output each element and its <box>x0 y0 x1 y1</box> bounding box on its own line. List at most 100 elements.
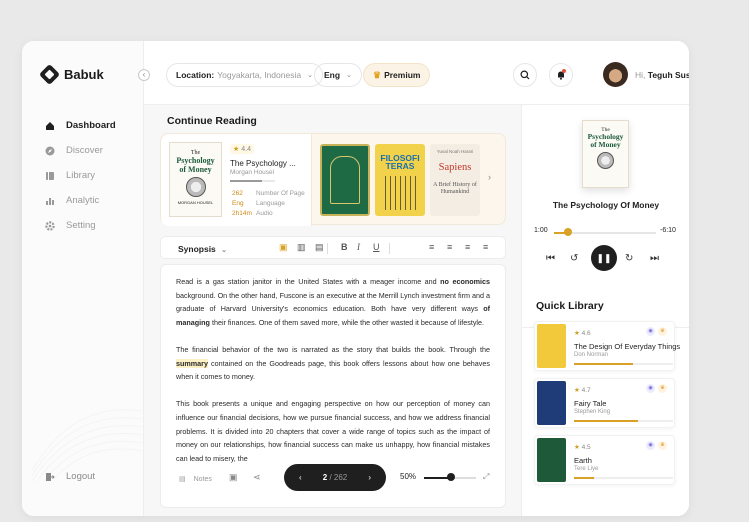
layout-double-icon[interactable]: ▥ <box>297 242 306 253</box>
avatar[interactable] <box>603 62 628 87</box>
zoom-slider-handle[interactable] <box>447 473 455 481</box>
cover-coin-art <box>597 152 614 169</box>
rating-value: 4.4 <box>241 145 252 153</box>
text-run: This book presents a unique and engaging… <box>176 399 490 463</box>
underline-icon[interactable]: U <box>373 242 380 252</box>
book-author: Tere Liye <box>574 466 599 472</box>
sidebar-item-label: Setting <box>66 220 96 231</box>
stat-key: Language <box>256 200 285 207</box>
notes-button[interactable]: ▤ Notes <box>179 475 212 484</box>
quick-library-item[interactable]: ★ 4.5 ◉ ♛ Earth Tere Liye <box>534 435 675 485</box>
rating: ★ 4.5 <box>574 443 591 451</box>
current-book[interactable]: The Psychology of Money MORGAN HOUSEL ★ … <box>161 134 312 226</box>
audio-badge-icon: ◉ <box>646 441 655 450</box>
sidebar-item-setting[interactable]: Setting <box>44 213 116 238</box>
book-author: Don Norman <box>574 352 609 358</box>
star-icon: ★ <box>574 330 580 337</box>
progress-fill <box>574 363 634 365</box>
align-left-icon[interactable]: ≡ <box>429 242 434 252</box>
header: Location: Yogyakarta, Indonesia ⌄ Eng ⌄ … <box>144 41 689 105</box>
cover-author: Yuval Noah Harari <box>436 149 474 154</box>
toolbar-divider <box>327 243 328 254</box>
book-cover-filosofi-teras[interactable]: FILOSOFI TERAS <box>375 144 425 216</box>
book-cover <box>537 381 566 425</box>
align-right-icon[interactable]: ≡ <box>465 242 470 252</box>
layout-single-icon[interactable]: ▣ <box>279 242 288 253</box>
book-author: Stephen King <box>574 409 611 415</box>
pause-button[interactable]: ❚❚ <box>591 245 617 271</box>
book-title: Earth <box>574 456 592 465</box>
prev-page-button[interactable]: ‹ <box>299 473 302 482</box>
reader-footer: ▤ Notes ▣ ⋖ ‹ 2 / 262 › 50% ⤢ <box>160 462 506 502</box>
sidebar-item-dashboard[interactable]: Dashboard <box>44 113 116 138</box>
chevron-down-icon: ⌄ <box>221 247 228 254</box>
audio-badge-icon: ◉ <box>646 327 655 336</box>
stat-value: 2h14m <box>232 210 252 217</box>
quick-library-item[interactable]: ★ 4.7 ◉ ♛ Fairy Tale Stephen King <box>534 378 675 428</box>
cover-subtitle: A Brief History of Humankind <box>433 182 477 195</box>
page-current: 2 <box>322 473 328 482</box>
progress-bar <box>574 363 673 365</box>
cover-coin-art <box>185 177 206 197</box>
progress-bar <box>574 420 673 422</box>
progress-fill <box>574 477 594 479</box>
stat-key: Audio <box>256 210 273 217</box>
star-icon: ★ <box>574 444 580 451</box>
app-window: Babuk Dashboard Discover Library Analyti… <box>22 41 689 516</box>
chevron-right-icon[interactable]: › <box>488 172 491 182</box>
cover-art <box>330 156 360 204</box>
sidebar-nav: Dashboard Discover Library Analytic Sett… <box>44 113 116 238</box>
continue-reading-card: The Psychology of Money MORGAN HOUSEL ★ … <box>160 133 506 226</box>
sidebar-item-discover[interactable]: Discover <box>44 138 116 163</box>
align-justify-icon[interactable]: ≡ <box>483 242 488 252</box>
user-menu[interactable]: Hi, Teguh Susilo ⌄ <box>635 70 689 80</box>
book-title: The Psychology ... <box>230 159 296 168</box>
layout-scroll-icon[interactable]: ▤ <box>315 242 324 253</box>
chevron-down-icon: ⌄ <box>346 72 352 79</box>
gear-icon <box>44 220 55 231</box>
rating-value: 4.6 <box>581 330 591 337</box>
expand-icon[interactable]: ⤢ <box>483 472 489 482</box>
language-selector[interactable]: Eng ⌄ <box>314 63 362 87</box>
next-page-button[interactable]: › <box>368 473 371 482</box>
location-selector[interactable]: Location: Yogyakarta, Indonesia ⌄ <box>166 63 323 87</box>
seek-handle[interactable] <box>564 228 572 236</box>
premium-label: Premium <box>384 70 421 80</box>
synopsis-dropdown[interactable]: Synopsis ⌄ <box>178 244 227 254</box>
book-title: Fairy Tale <box>574 399 607 408</box>
text-highlight: summary <box>176 358 208 368</box>
italic-icon[interactable]: I <box>357 242 360 252</box>
bold-icon[interactable]: B <box>341 242 348 252</box>
location-value: Yogyakarta, Indonesia <box>217 70 302 80</box>
cover-title: FILOSOFI TERAS <box>380 153 420 171</box>
page-total: / 262 <box>329 473 348 482</box>
notification-button[interactable] <box>549 63 573 87</box>
sidebar-item-label: Dashboard <box>66 120 116 131</box>
bookmark-list-icon[interactable]: ▣ <box>229 472 238 483</box>
logout-button[interactable]: Logout <box>44 471 95 482</box>
player-book-title: The Psychology Of Money <box>552 200 660 210</box>
search-button[interactable] <box>513 63 537 87</box>
library-icon <box>44 170 55 181</box>
premium-button[interactable]: ♛ Premium <box>363 63 431 87</box>
book-cover-green[interactable] <box>320 144 370 216</box>
quick-library-item[interactable]: ★ 4.6 ◉ ♛ The Design Of Everyday Things D… <box>534 321 680 371</box>
star-icon: ★ <box>574 387 580 394</box>
skip-forward-icon[interactable]: ⏭ <box>650 253 659 264</box>
share-icon[interactable]: ⋖ <box>253 472 261 483</box>
cover-title: Psychology of Money <box>587 132 624 149</box>
brand[interactable]: Babuk <box>38 63 104 86</box>
book-cover-sapiens[interactable]: Yuval Noah Harari Sapiens A Brief Histor… <box>430 144 480 216</box>
premium-badge-icon: ♛ <box>658 327 667 336</box>
align-center-icon[interactable]: ≡ <box>447 242 452 252</box>
sidebar-item-analytic[interactable]: Analytic <box>44 188 116 213</box>
page-indicator: 2 / 262 <box>323 473 347 482</box>
rewind-icon[interactable]: ↺ <box>570 253 578 264</box>
star-icon: ★ <box>233 146 240 153</box>
reading-progress-bar <box>230 180 275 182</box>
cover-author: MORGAN HOUSEL <box>177 200 214 205</box>
sidebar-item-label: Discover <box>66 145 103 156</box>
forward-icon[interactable]: ↻ <box>625 253 633 264</box>
skip-back-icon[interactable]: ⏮ <box>546 253 555 264</box>
sidebar-item-library[interactable]: Library <box>44 163 116 188</box>
